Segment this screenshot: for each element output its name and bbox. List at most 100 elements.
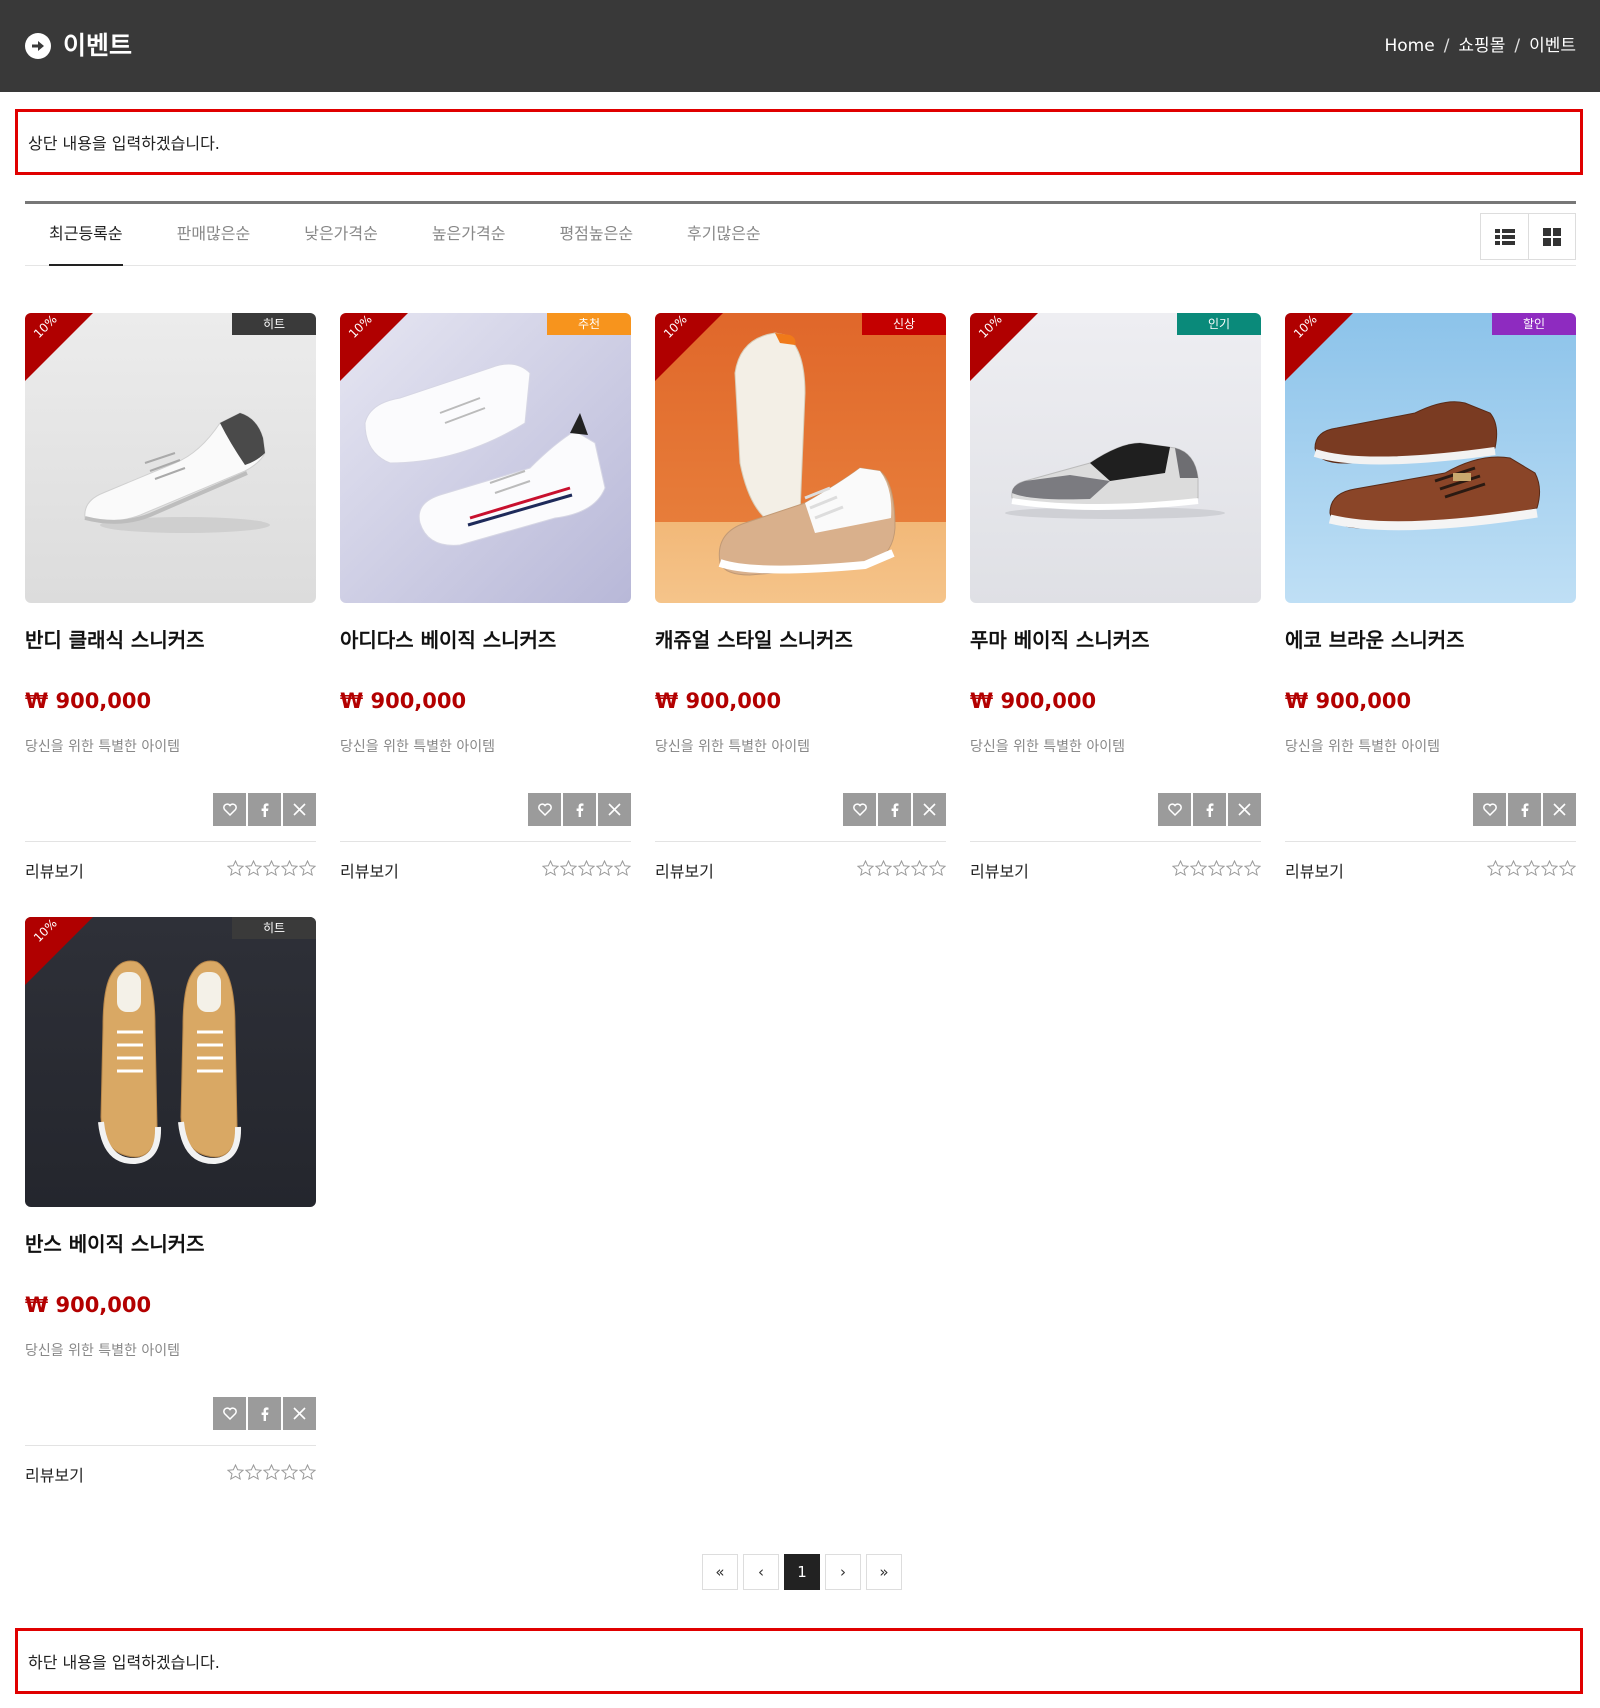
share-x-button[interactable] (283, 1397, 316, 1430)
sort-tab-best-selling[interactable]: 판매많은순 (153, 204, 275, 266)
product-card[interactable]: 10% 히트 반디 클래식 스니커즈 ₩ 900,000 당신을 위한 특별한 … (25, 313, 316, 881)
share-facebook-button[interactable] (1508, 793, 1541, 826)
heart-icon (1167, 803, 1182, 816)
wishlist-button[interactable] (213, 1397, 246, 1430)
x-icon (293, 803, 306, 816)
product-card[interactable]: 10% 추천 아디다스 베이직 스니커즈 ₩ 900,000 당신을 위한 특별… (340, 313, 631, 881)
star-empty-icon (929, 860, 946, 876)
breadcrumb-home[interactable]: Home (1384, 35, 1434, 57)
product-price: ₩ 900,000 (25, 689, 152, 713)
breadcrumb-separator: / (1514, 36, 1521, 56)
product-image[interactable]: 10% 추천 (340, 313, 631, 603)
share-x-button[interactable] (1228, 793, 1261, 826)
sort-tab-low-price[interactable]: 낮은가격순 (280, 204, 402, 266)
star-empty-icon (299, 1464, 316, 1480)
product-description: 당신을 위한 특별한 아이템 (340, 739, 496, 755)
sort-tab-reviews[interactable]: 후기많은순 (663, 204, 785, 266)
product-image[interactable]: 10% 신상 (655, 313, 946, 603)
product-image[interactable]: 10% 인기 (970, 313, 1261, 603)
sort-tab-high-price[interactable]: 높은가격순 (408, 204, 530, 266)
wishlist-button[interactable] (213, 793, 246, 826)
review-link[interactable]: 리뷰보기 (970, 858, 1029, 882)
star-empty-icon (1244, 860, 1261, 876)
pagination-page-current[interactable]: 1 (784, 1554, 820, 1590)
share-facebook-button[interactable] (248, 1397, 281, 1430)
sort-tabs: 최근등록순 판매많은순 낮은가격순 높은가격순 평점높은순 후기많은순 (25, 204, 791, 266)
product-image[interactable]: 10% 히트 (25, 917, 316, 1207)
grid-view-button[interactable] (1528, 214, 1575, 259)
share-facebook-button[interactable] (878, 793, 911, 826)
product-tag: 추천 (547, 313, 631, 335)
pagination-last[interactable]: » (866, 1554, 902, 1590)
star-empty-icon (1559, 860, 1576, 876)
pagination-first[interactable]: « (702, 1554, 738, 1590)
product-tag: 신상 (862, 313, 946, 335)
pagination-next[interactable]: › (825, 1554, 861, 1590)
list-view-icon (1494, 228, 1515, 245)
share-x-button[interactable] (913, 793, 946, 826)
star-empty-icon (857, 860, 874, 876)
star-empty-icon (263, 1464, 280, 1480)
product-name[interactable]: 푸마 베이직 스니커즈 (970, 624, 1150, 653)
share-facebook-button[interactable] (563, 793, 596, 826)
star-empty-icon (1226, 860, 1243, 876)
review-link[interactable]: 리뷰보기 (340, 858, 399, 882)
product-tag: 히트 (232, 313, 316, 335)
share-x-button[interactable] (283, 793, 316, 826)
x-icon (1553, 803, 1566, 816)
product-name[interactable]: 아디다스 베이직 스니커즈 (340, 624, 556, 653)
star-empty-icon (1172, 860, 1189, 876)
facebook-icon (576, 802, 583, 817)
star-rating (1487, 860, 1576, 876)
wishlist-button[interactable] (528, 793, 561, 826)
share-facebook-button[interactable] (248, 793, 281, 826)
review-link[interactable]: 리뷰보기 (25, 1462, 84, 1486)
wishlist-button[interactable] (1158, 793, 1191, 826)
product-image[interactable]: 10% 할인 (1285, 313, 1576, 603)
star-empty-icon (578, 860, 595, 876)
product-name[interactable]: 반스 베이직 스니커즈 (25, 1228, 205, 1257)
heart-icon (222, 1407, 237, 1420)
product-name[interactable]: 캐쥬얼 스타일 스니커즈 (655, 624, 853, 653)
product-name[interactable]: 반디 클래식 스니커즈 (25, 624, 205, 653)
discount-ribbon (340, 313, 408, 381)
product-card[interactable]: 10% 인기 푸마 베이직 스니커즈 ₩ 900,000 당신을 위한 특별한 … (970, 313, 1261, 881)
product-description: 당신을 위한 특별한 아이템 (25, 739, 181, 755)
product-name[interactable]: 에코 브라운 스니커즈 (1285, 624, 1465, 653)
review-link[interactable]: 리뷰보기 (25, 858, 84, 882)
wishlist-button[interactable] (843, 793, 876, 826)
review-link[interactable]: 리뷰보기 (655, 858, 714, 882)
card-divider (970, 841, 1261, 842)
share-x-button[interactable] (598, 793, 631, 826)
card-divider (25, 1445, 316, 1446)
product-tag: 인기 (1177, 313, 1261, 335)
wishlist-button[interactable] (1473, 793, 1506, 826)
product-image[interactable]: 10% 히트 (25, 313, 316, 603)
sort-tab-recent[interactable]: 최근등록순 (25, 204, 147, 266)
breadcrumb-shop[interactable]: 쇼핑몰 (1458, 35, 1505, 57)
star-rating (227, 1464, 316, 1480)
product-actions (843, 793, 946, 826)
pagination-prev[interactable]: ‹ (743, 1554, 779, 1590)
share-facebook-button[interactable] (1193, 793, 1226, 826)
product-actions (213, 793, 316, 826)
share-x-button[interactable] (1543, 793, 1576, 826)
sort-bar: 최근등록순 판매많은순 낮은가격순 높은가격순 평점높은순 후기많은순 (25, 201, 1576, 266)
facebook-icon (1206, 802, 1213, 817)
product-description: 당신을 위한 특별한 아이템 (970, 739, 1126, 755)
product-card[interactable]: 10% 신상 캐쥬얼 스타일 스니커즈 ₩ 900,000 당신을 위한 특별한… (655, 313, 946, 881)
star-empty-icon (1487, 860, 1504, 876)
discount-ribbon (970, 313, 1038, 381)
review-link[interactable]: 리뷰보기 (1285, 858, 1344, 882)
list-view-button[interactable] (1481, 214, 1528, 259)
product-card[interactable]: 10% 할인 에코 브라운 스니커즈 ₩ 900,000 당신을 위한 특별한 … (1285, 313, 1576, 881)
product-card[interactable]: 10% 히트 반스 베이직 스니커즈 ₩ 900,000 당신을 위한 특별한 … (25, 917, 316, 1485)
star-empty-icon (281, 860, 298, 876)
card-divider (655, 841, 946, 842)
product-price: ₩ 900,000 (655, 689, 782, 713)
breadcrumb-current: 이벤트 (1529, 36, 1576, 56)
sort-tab-rating[interactable]: 평점높은순 (535, 204, 657, 266)
title-wrap: 이벤트 (25, 29, 132, 63)
product-tag: 히트 (232, 917, 316, 939)
product-actions (1158, 793, 1261, 826)
